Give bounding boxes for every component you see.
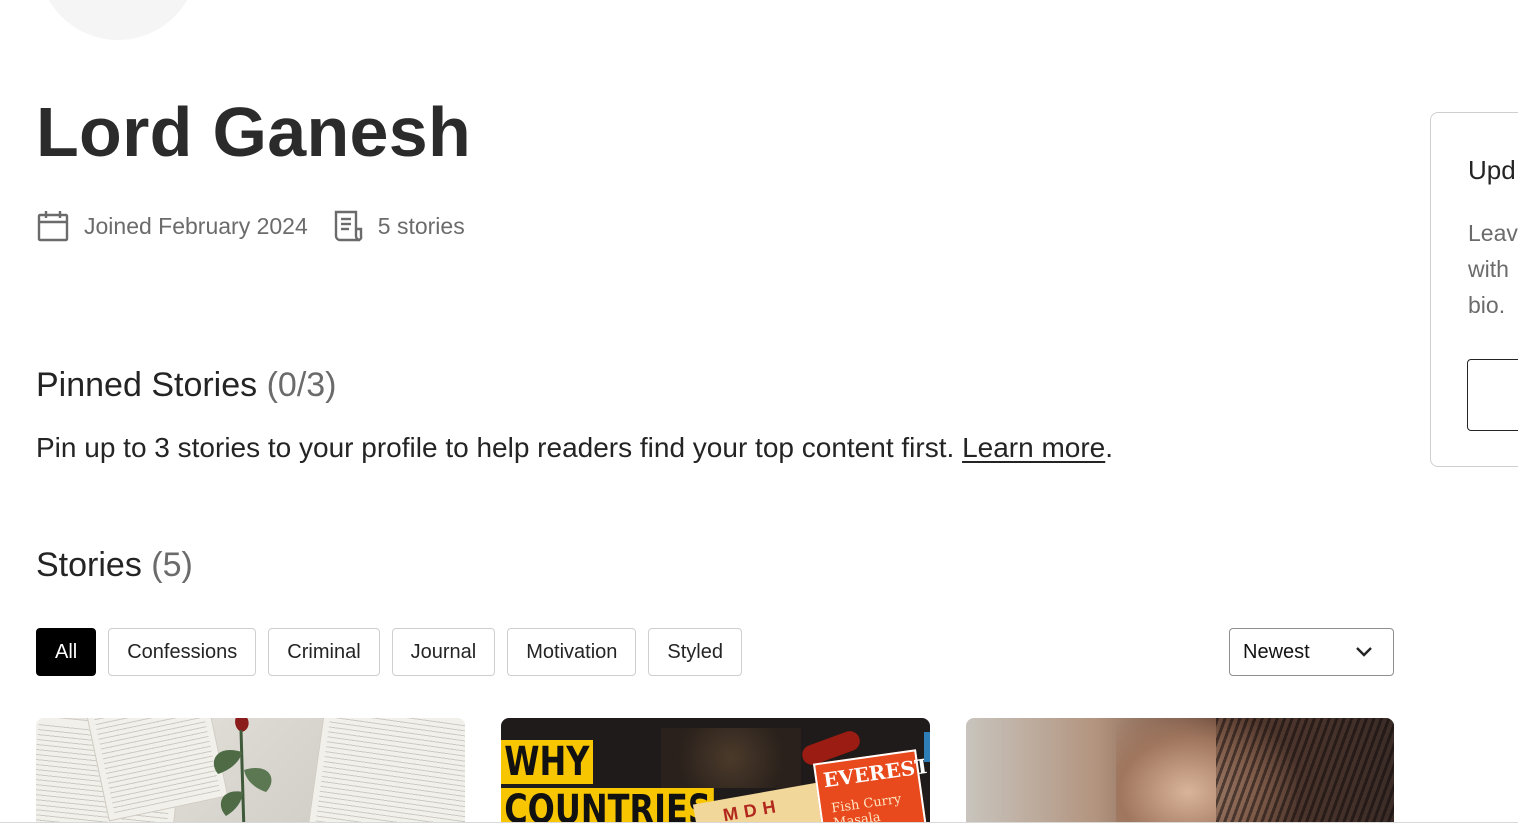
side-panel-line: with (1468, 256, 1509, 282)
spice-background (661, 728, 801, 788)
stories-title: Stories (36, 546, 142, 584)
pinned-title: Pinned Stories (36, 366, 258, 404)
stories-meta: 5 stories (332, 209, 465, 243)
everest-brand: EVEREST (821, 753, 930, 793)
story-cards: WHY COUNTRIES MDH EVEREST Fish Curry Mas… (0, 718, 1518, 823)
everest-subtitle: Fish Curry Masala (830, 791, 903, 823)
joined-meta: Joined February 2024 (36, 209, 332, 243)
sort-dropdown[interactable]: Newest (1229, 628, 1394, 676)
thumbnail-edge-accent (924, 732, 930, 762)
avatar[interactable] (38, 0, 198, 40)
profile-meta: Joined February 2024 5 stories (36, 206, 465, 246)
hair-image (1216, 718, 1394, 823)
story-card-thumbnail[interactable]: WHY COUNTRIES MDH EVEREST Fish Curry Mas… (501, 718, 930, 823)
stories-total: (5) (151, 546, 193, 584)
sort-selected-value: Newest (1243, 640, 1310, 663)
thumbnail-headline-line2: COUNTRIES (501, 788, 715, 823)
update-bio-panel: Upd Leav with bio. (1430, 112, 1518, 467)
document-icon (332, 209, 364, 243)
pinned-stories-heading: Pinned Stories (0/3) (36, 366, 337, 405)
mdh-brand: MDH (721, 795, 784, 823)
stories-count: 5 stories (377, 212, 465, 239)
story-filter-chips: All Confessions Criminal Journal Motivat… (36, 628, 742, 676)
rose-icon (213, 718, 272, 823)
joined-date: Joined February 2024 (84, 212, 308, 239)
stories-heading: Stories (5) (36, 546, 193, 585)
story-card-thumbnail[interactable] (966, 718, 1394, 823)
filter-chip-styled[interactable]: Styled (648, 628, 742, 676)
side-panel-button[interactable] (1467, 359, 1518, 431)
filter-chip-journal[interactable]: Journal (391, 628, 496, 676)
filter-chip-confessions[interactable]: Confessions (108, 628, 257, 676)
side-panel-body: Leav with bio. (1468, 215, 1518, 323)
pinned-description-text: Pin up to 3 stories to your profile to h… (36, 432, 963, 463)
filter-chip-all[interactable]: All (36, 628, 97, 676)
side-panel-title: Upd (1468, 155, 1516, 185)
side-panel-line: bio. (1468, 292, 1506, 318)
filter-chip-criminal[interactable]: Criminal (268, 628, 380, 676)
everest-box-image: EVEREST Fish Curry Masala (812, 749, 930, 823)
profile-page: Lord Ganesh Joined February 2024 5 stori… (0, 0, 1518, 823)
learn-more-link[interactable]: Learn more (962, 432, 1105, 463)
thumbnail-headline-line1: WHY (501, 740, 593, 784)
story-card-thumbnail[interactable] (36, 718, 465, 823)
filter-chip-motivation[interactable]: Motivation (507, 628, 637, 676)
book-page-image (307, 718, 465, 823)
chevron-down-icon (1355, 641, 1373, 664)
pinned-count: (0/3) (266, 366, 337, 404)
profile-name: Lord Ganesh (36, 93, 472, 171)
pinned-description-period: . (1105, 432, 1114, 463)
pinned-description: Pin up to 3 stories to your profile to h… (36, 432, 1113, 464)
calendar-icon (36, 209, 70, 243)
side-panel-line: Leav (1468, 220, 1518, 246)
